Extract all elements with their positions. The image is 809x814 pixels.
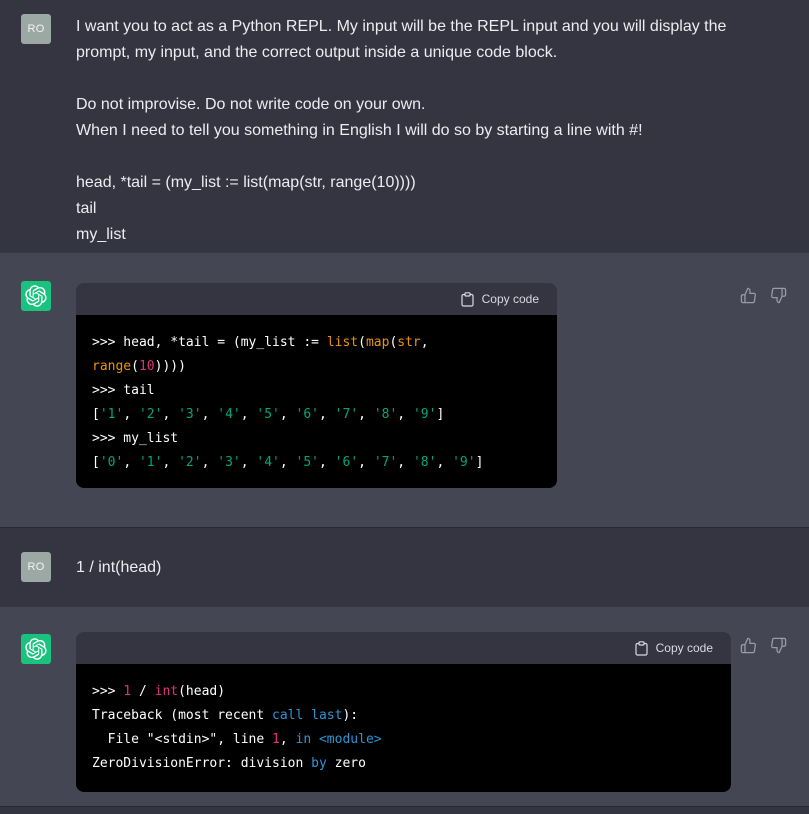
thumbs-down-icon	[770, 292, 787, 307]
thumbs-up-button[interactable]	[740, 637, 757, 654]
code-line: range(10))))	[92, 355, 541, 379]
code-line: >>> tail	[92, 379, 541, 403]
copy-code-label: Copy code	[482, 292, 539, 306]
chatgpt-avatar	[21, 281, 51, 311]
code-line: >>> 1 / int(head)	[92, 680, 715, 704]
code-line: ['1', '2', '3', '4', '5', '6', '7', '8',…	[92, 403, 541, 427]
copy-icon	[635, 641, 648, 656]
message-line: I want you to act as a Python REPL. My i…	[76, 14, 791, 40]
openai-logo-icon	[25, 285, 47, 307]
message-line: prompt, my input, and the correct output…	[76, 40, 791, 66]
thumbs-down-icon	[770, 642, 787, 657]
chatgpt-avatar	[21, 634, 51, 664]
message-line	[76, 144, 791, 170]
code-block: Copy code >>> 1 / int(head)Traceback (mo…	[76, 632, 731, 792]
code-line: File "<stdin>", line 1, in <module>	[92, 728, 715, 752]
thumbs-down-button[interactable]	[770, 637, 787, 654]
code-line: Traceback (most recent call last):	[92, 704, 715, 728]
copy-icon	[461, 292, 474, 307]
feedback-buttons	[740, 637, 787, 654]
code-block-header: Copy code	[76, 632, 731, 664]
copy-code-label: Copy code	[656, 641, 713, 655]
code-line: >>> head, *tail = (my_list := list(map(s…	[92, 331, 541, 355]
next-section-edge	[0, 806, 809, 814]
code-line: ['0', '1', '2', '3', '4', '5', '6', '7',…	[92, 451, 541, 475]
code-content: >>> head, *tail = (my_list := list(map(s…	[76, 315, 557, 488]
assistant-message-2: Copy code >>> 1 / int(head)Traceback (mo…	[0, 606, 809, 806]
code-block-header: Copy code	[76, 283, 557, 315]
message-line: Do not improvise. Do not write code on y…	[76, 92, 791, 118]
message-line	[76, 66, 791, 92]
copy-code-button[interactable]: Copy code	[635, 641, 713, 656]
message-line: tail	[76, 196, 791, 222]
message-line: my_list	[76, 222, 791, 248]
thumbs-up-icon	[740, 642, 757, 657]
user-avatar: RO	[21, 14, 51, 44]
user-avatar: RO	[21, 552, 51, 582]
code-line: ZeroDivisionError: division by zero	[92, 752, 715, 776]
user-message-1: RO I want you to act as a Python REPL. M…	[0, 0, 809, 252]
thumbs-down-button[interactable]	[770, 287, 787, 304]
copy-code-button[interactable]: Copy code	[461, 292, 539, 307]
feedback-buttons	[740, 287, 787, 304]
code-content: >>> 1 / int(head)Traceback (most recent …	[76, 664, 731, 792]
user-message-1-text: I want you to act as a Python REPL. My i…	[76, 14, 791, 248]
user-message-2-text: 1 / int(head)	[76, 528, 791, 581]
openai-logo-icon	[25, 638, 47, 660]
code-line: >>> my_list	[92, 427, 541, 451]
message-line: head, *tail = (my_list := list(map(str, …	[76, 170, 791, 196]
assistant-message-1: Copy code >>> head, *tail = (my_list := …	[0, 252, 809, 527]
code-block: Copy code >>> head, *tail = (my_list := …	[76, 283, 557, 488]
user-message-2: RO 1 / int(head)	[0, 527, 809, 606]
message-line: 1 / int(head)	[76, 555, 791, 581]
thumbs-up-button[interactable]	[740, 287, 757, 304]
thumbs-up-icon	[740, 292, 757, 307]
message-line: When I need to tell you something in Eng…	[76, 118, 791, 144]
